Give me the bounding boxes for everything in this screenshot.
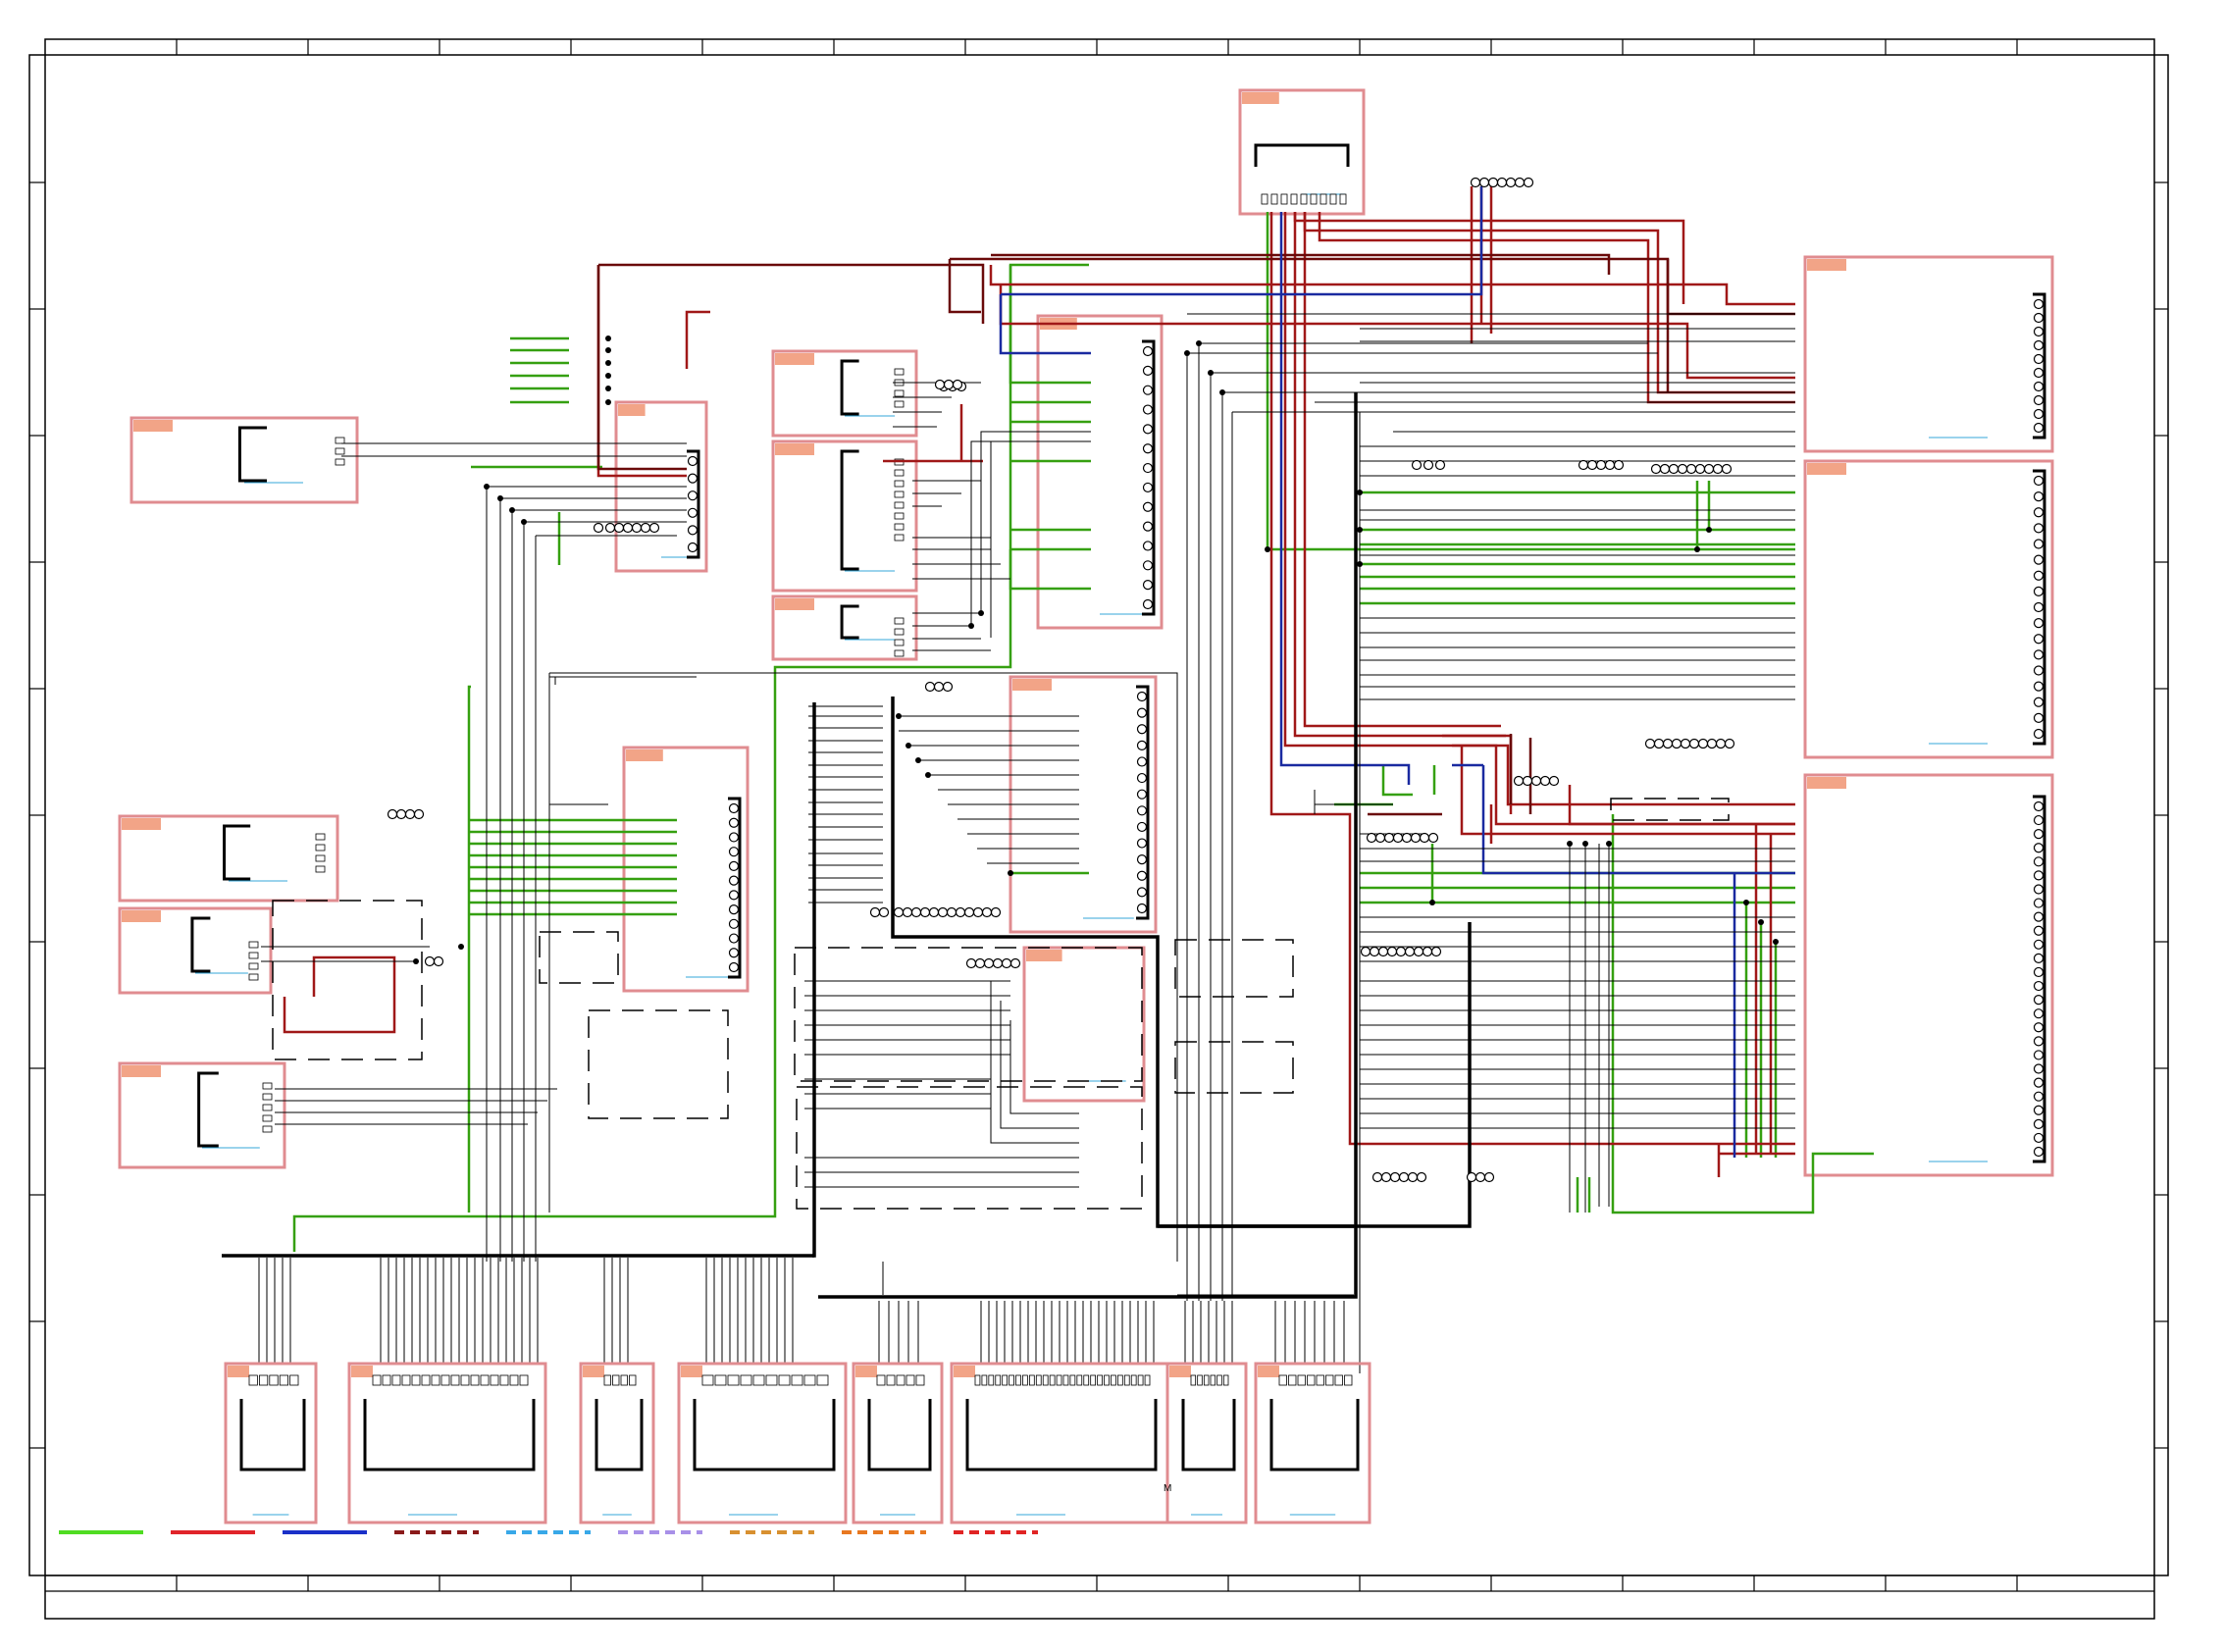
terminal-row <box>893 906 1002 918</box>
terminal-row <box>387 808 425 820</box>
bottom-connector <box>347 1362 547 1524</box>
component-box <box>1803 255 2054 453</box>
terminal-row <box>934 379 963 390</box>
bottom-connector <box>1165 1362 1248 1524</box>
wiring-diagram: M <box>28 38 2169 1620</box>
component-box <box>1238 88 1366 216</box>
bottom-connector <box>950 1362 1169 1524</box>
component-box <box>622 746 750 993</box>
terminal-row <box>593 522 604 534</box>
terminal-row <box>1411 459 1446 471</box>
component-box <box>771 349 918 438</box>
component-box <box>1036 314 1164 630</box>
terminal-row <box>1360 946 1442 957</box>
blue-wires <box>999 186 1795 1158</box>
terminal-row <box>1466 1171 1495 1183</box>
maroon-wires <box>596 253 1795 816</box>
component-box <box>1803 459 2054 759</box>
component-box <box>118 814 339 903</box>
terminal-row <box>1371 1171 1427 1183</box>
component-box <box>129 416 359 504</box>
terminal-row <box>924 681 954 693</box>
bottom-harness <box>258 343 1345 1364</box>
terminal-row <box>965 957 1021 969</box>
component-box <box>118 1061 286 1169</box>
component-box <box>118 906 273 995</box>
bottom-connector <box>677 1362 848 1524</box>
bottom-connector <box>224 1362 318 1524</box>
terminal-row <box>604 522 660 534</box>
component-box <box>771 594 918 661</box>
terminal-row <box>1513 775 1560 787</box>
terminal-row <box>1470 177 1534 188</box>
bottom-connector <box>579 1362 655 1524</box>
green-wires <box>292 212 1874 1252</box>
terminal-row <box>1578 459 1625 471</box>
bottom-connector-pins <box>224 1362 1371 1524</box>
component-box <box>771 439 918 593</box>
terminal-row <box>869 906 890 918</box>
bottom-connector <box>852 1362 944 1524</box>
terminal-row <box>1366 832 1439 844</box>
terminal-row <box>1650 463 1733 475</box>
terminal-row <box>1644 738 1735 749</box>
component-box <box>1803 773 2054 1177</box>
terminal-row <box>424 955 444 967</box>
bottom-connector <box>1254 1362 1371 1524</box>
marker-label: M <box>1164 1483 1171 1494</box>
component-box <box>1022 946 1146 1103</box>
